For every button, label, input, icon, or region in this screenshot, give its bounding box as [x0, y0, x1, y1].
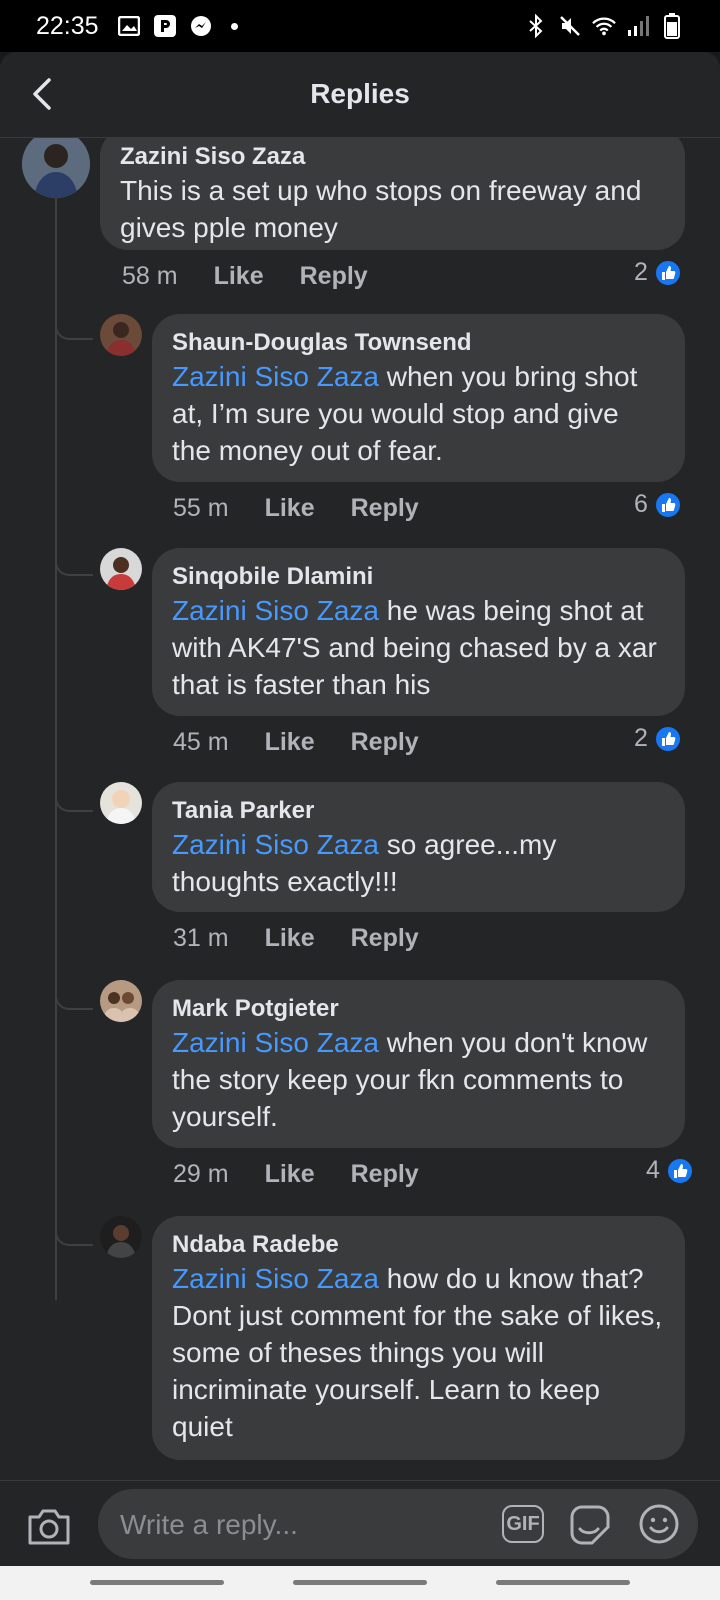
- reply-text: Zazini Siso Zaza how do u know that? Don…: [172, 1260, 665, 1445]
- thread-branch: [55, 782, 93, 812]
- reply-bubble[interactable]: Ndaba Radebe Zazini Siso Zaza how do u k…: [152, 1216, 685, 1460]
- status-time: 22:35: [36, 11, 99, 40]
- reaction-count-value: 2: [634, 724, 648, 752]
- avatar[interactable]: [100, 1216, 142, 1258]
- wifi-icon: [592, 14, 616, 38]
- reply-composer: GIF: [0, 1480, 720, 1566]
- bluetooth-icon: [524, 14, 548, 38]
- thread-branch: [55, 980, 93, 1010]
- thumbs-up-icon: [653, 258, 682, 287]
- reaction-count[interactable]: 2: [634, 724, 682, 753]
- reply-text: Zazini Siso Zaza so agree...my thoughts …: [172, 826, 665, 900]
- signal-icon: [626, 14, 650, 38]
- parking-app-icon: [153, 14, 177, 38]
- thread-branch: [55, 1216, 93, 1246]
- messenger-icon: [189, 14, 213, 38]
- reaction-count[interactable]: 6: [634, 490, 682, 519]
- reaction-count-value: 2: [634, 258, 648, 286]
- reply-author[interactable]: Shaun-Douglas Townsend: [172, 328, 665, 358]
- avatar[interactable]: [100, 782, 142, 824]
- reply-button[interactable]: Reply: [351, 494, 419, 523]
- gif-icon: GIF: [506, 1512, 540, 1535]
- reply-bubble[interactable]: Mark Potgieter Zazini Siso Zaza when you…: [152, 980, 685, 1148]
- avatar[interactable]: [22, 138, 90, 198]
- reply-button[interactable]: Reply: [351, 924, 419, 953]
- reaction-count[interactable]: 4: [646, 1156, 694, 1185]
- thumbs-up-icon: [665, 1156, 694, 1185]
- thread-branch: [55, 310, 93, 340]
- comment-text: This is a set up who stops on freeway an…: [120, 175, 642, 243]
- comment-actions: 58 m Like Reply: [122, 262, 368, 291]
- reply-time[interactable]: 45 m: [173, 728, 229, 757]
- like-button[interactable]: Like: [265, 728, 315, 757]
- reply-author[interactable]: Tania Parker: [172, 796, 665, 826]
- reply-bubble[interactable]: Shaun-Douglas Townsend Zazini Siso Zaza …: [152, 314, 685, 482]
- reply-time[interactable]: 55 m: [173, 494, 229, 523]
- emoji-icon: [639, 1504, 679, 1544]
- nav-home-button[interactable]: [293, 1580, 427, 1585]
- avatar[interactable]: [100, 548, 142, 590]
- reply-button[interactable]: Reply: [351, 1160, 419, 1189]
- reply-text: Zazini Siso Zaza when you don't know the…: [172, 1024, 665, 1135]
- reply-actions: 45 m Like Reply: [173, 728, 419, 757]
- thumbs-up-icon: [653, 724, 682, 753]
- notification-dot-icon: [230, 22, 238, 30]
- status-left: 22:35: [36, 12, 238, 41]
- replies-header: Replies: [0, 52, 720, 138]
- comment-bubble[interactable]: Zazini Siso Zaza This is a set up who st…: [100, 138, 685, 250]
- battery-icon: [660, 13, 684, 39]
- reply-author[interactable]: Ndaba Radebe: [172, 1230, 665, 1260]
- reaction-count[interactable]: 2: [634, 258, 682, 287]
- like-button[interactable]: Like: [265, 1160, 315, 1189]
- sticker-icon: [570, 1505, 610, 1545]
- nav-recents-button[interactable]: [90, 1580, 224, 1585]
- reply-actions: 29 m Like Reply: [173, 1160, 419, 1189]
- reply-input[interactable]: [120, 1509, 480, 1541]
- reaction-count-value: 6: [634, 490, 648, 518]
- reply-button[interactable]: Reply: [300, 262, 368, 291]
- reply-bubble[interactable]: Tania Parker Zazini Siso Zaza so agree..…: [152, 782, 685, 912]
- mention-link[interactable]: Zazini Siso Zaza: [172, 1027, 379, 1058]
- reply-text: Zazini Siso Zaza he was being shot at wi…: [172, 592, 665, 703]
- camera-button[interactable]: [26, 1505, 72, 1547]
- mention-link[interactable]: Zazini Siso Zaza: [172, 1263, 379, 1294]
- reply-bubble[interactable]: Sinqobile Dlamini Zazini Siso Zaza he wa…: [152, 548, 685, 716]
- reply-time[interactable]: 29 m: [173, 1160, 229, 1189]
- reply-button[interactable]: Reply: [351, 728, 419, 757]
- mention-link[interactable]: Zazini Siso Zaza: [172, 595, 379, 626]
- reply-actions: 31 m Like Reply: [173, 924, 419, 953]
- avatar[interactable]: [100, 980, 142, 1022]
- avatar[interactable]: [100, 314, 142, 356]
- reply-time[interactable]: 31 m: [173, 924, 229, 953]
- emoji-button[interactable]: [638, 1503, 680, 1545]
- comment-time[interactable]: 58 m: [122, 262, 178, 291]
- nav-back-button[interactable]: [496, 1580, 630, 1585]
- gif-button[interactable]: GIF: [502, 1505, 544, 1543]
- mute-icon: [558, 14, 582, 38]
- reply-text: Zazini Siso Zaza when you bring shot at,…: [172, 358, 665, 469]
- status-bar: 22:35: [0, 0, 720, 52]
- reply-actions: 55 m Like Reply: [173, 494, 419, 523]
- mention-link[interactable]: Zazini Siso Zaza: [172, 829, 379, 860]
- camera-icon: [28, 1509, 70, 1545]
- like-button[interactable]: Like: [265, 924, 315, 953]
- reply-author[interactable]: Mark Potgieter: [172, 994, 665, 1024]
- gallery-icon: [117, 14, 141, 38]
- mention-link[interactable]: Zazini Siso Zaza: [172, 361, 379, 392]
- sticker-button[interactable]: [568, 1503, 612, 1547]
- system-nav-bar: [0, 1566, 720, 1600]
- like-button[interactable]: Like: [214, 262, 264, 291]
- reply-author[interactable]: Sinqobile Dlamini: [172, 562, 665, 592]
- thread-branch: [55, 546, 93, 576]
- thread-line: [55, 190, 57, 1300]
- page-title: Replies: [310, 78, 410, 109]
- replies-thread[interactable]: Zazini Siso Zaza This is a set up who st…: [0, 138, 720, 1480]
- status-right: [524, 13, 684, 39]
- reply-input-wrapper[interactable]: GIF: [98, 1489, 698, 1559]
- like-button[interactable]: Like: [265, 494, 315, 523]
- comment-author[interactable]: Zazini Siso Zaza: [120, 142, 665, 172]
- reaction-count-value: 4: [646, 1156, 660, 1184]
- thumbs-up-icon: [653, 490, 682, 519]
